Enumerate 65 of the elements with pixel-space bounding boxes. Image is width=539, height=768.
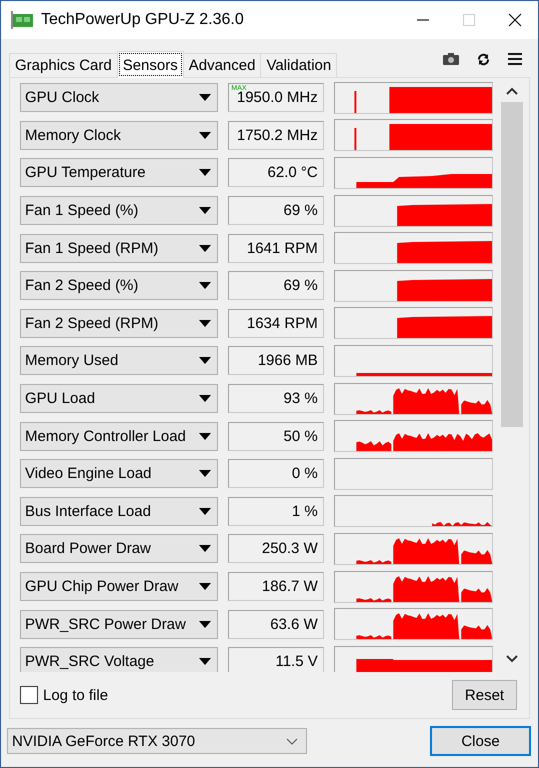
tab[interactable]: Validation <box>260 53 338 77</box>
dropdown-arrow-icon <box>199 545 212 552</box>
sensor-value: 69 % <box>228 196 324 226</box>
app-icon <box>11 11 33 29</box>
log-label: Log to file <box>43 686 108 704</box>
dropdown-arrow-icon <box>199 583 212 590</box>
menu-icon[interactable] <box>508 53 522 65</box>
sensor-value: 1 % <box>228 496 324 526</box>
sensor-value: 1750.2 MHz <box>228 120 324 150</box>
tab[interactable]: Sensors <box>116 51 184 78</box>
sensor-dropdown[interactable]: GPU Chip Power Draw <box>20 572 218 602</box>
maximize-icon <box>463 14 475 26</box>
close-button[interactable]: Close <box>430 726 531 756</box>
sensor-value: 186.7 W <box>228 572 324 602</box>
dropdown-arrow-icon <box>199 94 212 102</box>
sensor-dropdown[interactable]: GPU Temperature <box>20 158 218 188</box>
sensor-dropdown[interactable]: Memory Used <box>20 346 218 376</box>
sensor-dropdown[interactable]: GPU Clock <box>20 83 218 112</box>
dropdown-arrow-icon <box>199 395 212 402</box>
sensor-value: 69 % <box>228 271 324 300</box>
close-icon <box>508 13 522 27</box>
dropdown-arrow-icon <box>199 244 212 252</box>
sensor-dropdown[interactable]: Fan 1 Speed (%) <box>20 196 218 226</box>
window-title: TechPowerUp GPU-Z 2.36.0 <box>41 11 245 29</box>
camera-icon[interactable] <box>443 53 459 65</box>
dropdown-arrow-icon <box>199 207 212 214</box>
dropdown-arrow-icon <box>199 282 212 290</box>
gpu-select[interactable]: NVIDIA GeForce RTX 3070 <box>7 728 307 754</box>
dropdown-arrow-icon <box>199 169 212 176</box>
sensor-dropdown[interactable]: Fan 1 Speed (RPM) <box>20 234 218 263</box>
sensor-value: 250.3 W <box>228 534 324 564</box>
dropdown-arrow-icon <box>199 470 212 478</box>
sensor-value: 11.5 V <box>228 647 324 672</box>
sensor-value: 63.6 W <box>228 610 324 639</box>
sensor-dropdown[interactable]: GPU Load <box>20 384 218 414</box>
sensor-value: 93 % <box>228 384 324 414</box>
dropdown-arrow-icon <box>199 432 212 440</box>
dropdown-arrow-icon <box>199 320 212 327</box>
dropdown-arrow-icon <box>199 620 212 628</box>
sensor-dropdown[interactable]: Video Engine Load <box>20 459 218 488</box>
sensor-dropdown[interactable]: PWR_SRC Power Draw <box>20 610 218 639</box>
sensor-value: 1634 RPM <box>228 308 324 338</box>
reset-button[interactable]: Reset <box>452 680 517 710</box>
sensor-value: 1641 RPM <box>228 234 324 263</box>
sensor-dropdown[interactable]: Board Power Draw <box>20 534 218 564</box>
refresh-icon[interactable] <box>477 52 490 66</box>
sensor-value: 50 % <box>228 422 324 451</box>
chevron-down-icon <box>286 738 298 744</box>
sensor-dropdown[interactable]: PWR_SRC Voltage <box>20 647 218 672</box>
sensor-value: 0 % <box>228 459 324 488</box>
sensor-value: 1966 MB <box>228 346 324 376</box>
dropdown-arrow-icon <box>199 132 212 139</box>
sensor-dropdown[interactable]: Bus Interface Load <box>20 496 218 526</box>
tab[interactable]: Graphics Card <box>9 53 118 77</box>
sensor-dropdown[interactable]: Memory Clock <box>20 120 218 150</box>
dropdown-arrow-icon <box>199 357 212 364</box>
sensor-dropdown[interactable]: Fan 2 Speed (RPM) <box>20 308 218 338</box>
sensor-dropdown[interactable]: Memory Controller Load <box>20 422 218 451</box>
dropdown-arrow-icon <box>199 658 212 666</box>
sensor-dropdown[interactable]: Fan 2 Speed (%) <box>20 271 218 300</box>
log-checkbox[interactable] <box>20 686 38 704</box>
scrollbar-thumb[interactable] <box>501 102 523 427</box>
sensor-value: 62.0 °C <box>228 158 324 188</box>
dropdown-arrow-icon <box>199 508 212 515</box>
minimize-icon <box>417 19 429 21</box>
